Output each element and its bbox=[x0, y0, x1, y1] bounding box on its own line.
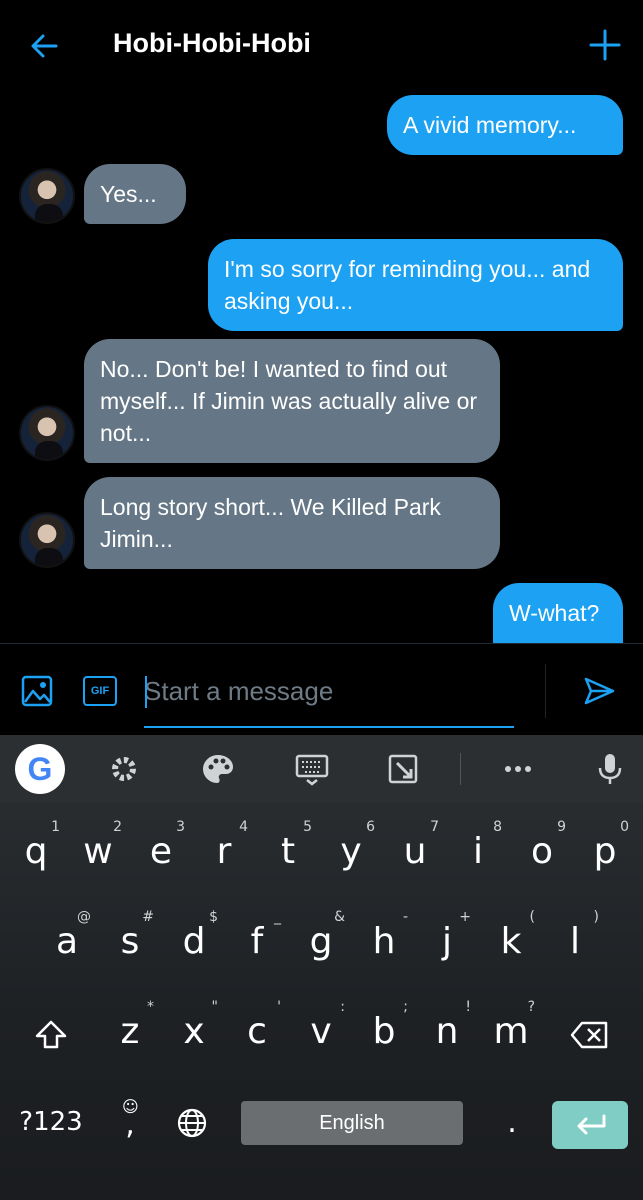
enter-icon bbox=[577, 1114, 606, 1135]
message-bubble-outgoing[interactable]: W-what? bbox=[493, 583, 623, 643]
message-bubble-incoming[interactable]: Yes... bbox=[84, 164, 186, 224]
shift-icon[interactable] bbox=[33, 1017, 69, 1053]
avatar[interactable] bbox=[19, 168, 75, 224]
enter-key[interactable] bbox=[552, 1101, 628, 1149]
gear-icon[interactable] bbox=[104, 749, 144, 789]
message-bubble-outgoing[interactable]: A vivid memory... bbox=[387, 95, 623, 155]
keyboard-toolbar: G bbox=[0, 735, 643, 803]
key-m[interactable]: m? bbox=[493, 999, 535, 1052]
avatar[interactable] bbox=[19, 512, 75, 568]
key-o[interactable]: o9 bbox=[524, 819, 566, 872]
avatar[interactable] bbox=[19, 405, 75, 461]
symbols-key[interactable]: ?123 bbox=[16, 1107, 86, 1137]
on-screen-keyboard: G q1 w2 e3 r4 t5 y6 u7 i 8 o 9 p 0 a @ s… bbox=[0, 735, 643, 1200]
key-r[interactable]: r4 bbox=[206, 819, 248, 872]
backspace-icon[interactable] bbox=[570, 1019, 610, 1051]
text-cursor bbox=[145, 676, 147, 708]
conversation-header: Hobi-Hobi-Hobi bbox=[0, 0, 643, 92]
message-bubble-incoming[interactable]: No... Don't be! I wanted to find out mys… bbox=[84, 339, 500, 463]
keyboard-icon[interactable] bbox=[292, 749, 332, 789]
space-bar[interactable]: English bbox=[241, 1101, 463, 1145]
period-key[interactable]: . bbox=[494, 1105, 530, 1140]
gif-button[interactable]: GIF bbox=[83, 676, 117, 706]
emoji-comma-key[interactable]: ☺ , bbox=[112, 1097, 148, 1142]
send-icon[interactable] bbox=[582, 674, 616, 708]
palette-icon[interactable] bbox=[198, 749, 238, 789]
key-g[interactable]: g & bbox=[303, 909, 345, 962]
message-bubble-incoming[interactable]: Long story short... We Killed Park Jimin… bbox=[84, 477, 500, 569]
key-b[interactable]: b; bbox=[366, 999, 408, 1052]
key-u[interactable]: u7 bbox=[397, 819, 439, 872]
conversation-title: Hobi-Hobi-Hobi bbox=[113, 28, 311, 58]
message-bubble-outgoing[interactable]: I'm so sorry for reminding you... and as… bbox=[208, 239, 623, 331]
key-v[interactable]: v: bbox=[303, 999, 345, 1052]
key-p[interactable]: p0 bbox=[587, 819, 629, 872]
key-k[interactable]: k( bbox=[493, 909, 535, 962]
key-c[interactable]: c ' bbox=[239, 999, 281, 1052]
key-s[interactable]: s # bbox=[112, 909, 154, 962]
key-d[interactable]: d $ bbox=[176, 909, 218, 962]
key-q[interactable]: q1 bbox=[18, 819, 60, 872]
message-input[interactable] bbox=[144, 672, 514, 728]
globe-icon[interactable] bbox=[176, 1107, 208, 1139]
key-z[interactable]: z * bbox=[112, 999, 154, 1052]
more-icon[interactable] bbox=[498, 749, 538, 789]
key-t[interactable]: t5 bbox=[270, 819, 312, 872]
key-i[interactable]: i8 bbox=[460, 819, 502, 872]
key-x[interactable]: x " bbox=[176, 999, 218, 1052]
key-a[interactable]: a @ bbox=[49, 909, 91, 962]
one-handed-mode-icon[interactable] bbox=[383, 749, 423, 789]
key-j[interactable]: j + bbox=[429, 909, 471, 962]
plus-icon[interactable] bbox=[588, 28, 622, 62]
key-f[interactable]: f _ bbox=[239, 909, 281, 962]
key-w[interactable]: w2 bbox=[80, 819, 122, 872]
key-n[interactable]: n! bbox=[429, 999, 471, 1052]
key-e[interactable]: e3 bbox=[143, 819, 185, 872]
emoji-icon: ☺ bbox=[122, 1097, 139, 1116]
key-h[interactable]: h- bbox=[366, 909, 408, 962]
message-composer: GIF bbox=[0, 643, 643, 735]
composer-divider bbox=[545, 664, 546, 718]
image-icon[interactable] bbox=[20, 674, 54, 708]
key-y[interactable]: y6 bbox=[333, 819, 375, 872]
toolbar-divider bbox=[460, 753, 461, 785]
key-l[interactable]: l) bbox=[557, 909, 599, 962]
google-icon[interactable]: G bbox=[15, 744, 65, 794]
microphone-icon[interactable] bbox=[590, 749, 630, 789]
back-arrow-icon[interactable] bbox=[26, 28, 62, 64]
